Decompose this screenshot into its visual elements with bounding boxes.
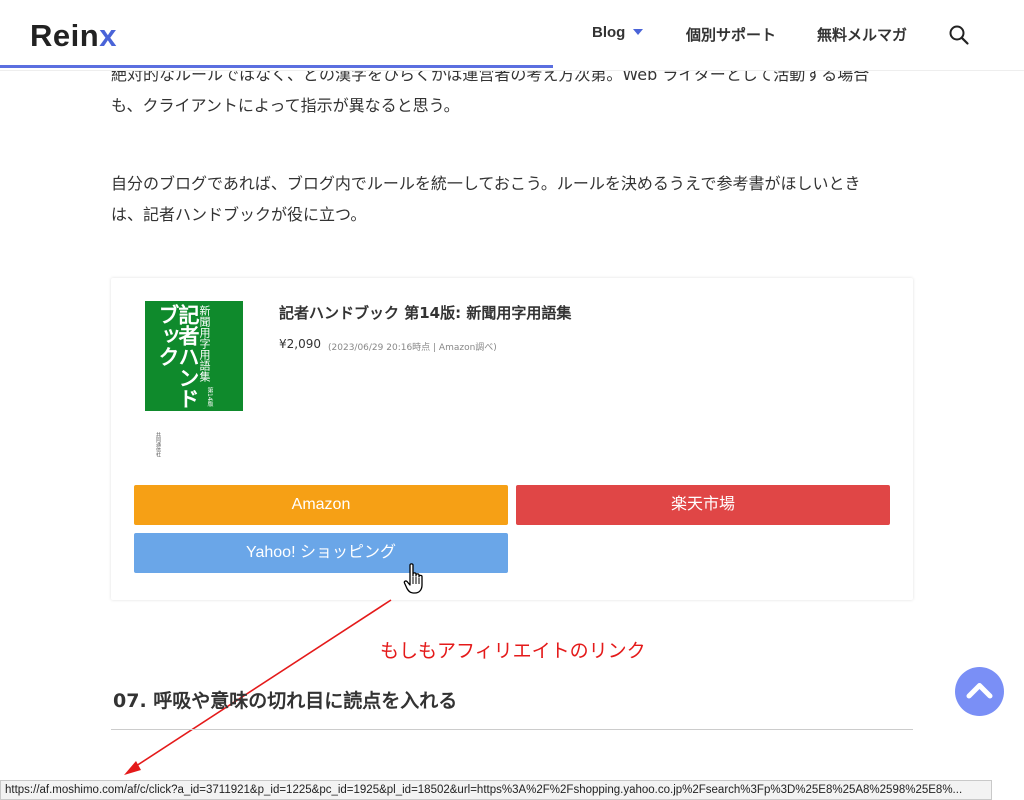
section-heading: 07. 呼吸や意味の切れ目に読点を入れる xyxy=(113,690,458,712)
book-cover-image[interactable]: 記者ハンドブック 新聞用字用語集 第14版 xyxy=(145,301,243,411)
cover-publisher: 共同通信社 xyxy=(155,432,161,457)
rakuten-button[interactable]: 楽天市場 xyxy=(516,485,890,525)
paragraph-2-line-1: 自分のブログであれば、ブログ内でルールを統一しておこう。ルールを決めるうえで参考… xyxy=(111,174,861,193)
cover-title: 記者ハンドブック xyxy=(156,304,200,409)
reading-progress-bar xyxy=(0,65,553,68)
annotation-label: もしもアフィリエイトのリンク xyxy=(380,640,646,662)
nav-item-newsletter-label: 無料メルマガ xyxy=(817,27,908,44)
amazon-button[interactable]: Amazon xyxy=(134,485,508,525)
site-logo[interactable]: Reinx xyxy=(30,18,117,54)
nav-item-support[interactable]: 個別サポート xyxy=(686,24,776,45)
cover-subtitle: 新聞用字用語集 xyxy=(198,305,211,382)
hand-pointer-cursor-icon xyxy=(403,563,423,594)
article-paragraph-2: 自分のブログであれば、ブログ内でルールを統一しておこう。ルールを決めるうえで参考… xyxy=(111,168,911,230)
link-url-status-bar: https://af.moshimo.com/af/c/click?a_id=3… xyxy=(0,780,992,800)
cover-edition: 第14版 xyxy=(206,387,213,407)
yahoo-shopping-button[interactable]: Yahoo! ショッピング xyxy=(134,533,508,573)
nav-item-blog-label: Blog xyxy=(592,24,626,41)
nav-item-blog[interactable]: Blog xyxy=(592,24,644,41)
paragraph-1-line-2: も、クライアントによって指示が異なると思う。 xyxy=(111,96,460,115)
product-title-link[interactable]: 記者ハンドブック 第14版: 新聞用字用語集 xyxy=(279,302,571,323)
back-to-top-button[interactable] xyxy=(955,667,1004,716)
nav-item-support-label: 個別サポート xyxy=(686,27,777,44)
chevron-down-icon xyxy=(633,29,644,35)
search-icon[interactable] xyxy=(948,24,970,46)
nav-item-newsletter[interactable]: 無料メルマガ xyxy=(817,24,907,45)
site-header: Reinx Blog 個別サポート 無料メルマガ xyxy=(0,0,1024,71)
product-price: ¥2,090 xyxy=(279,337,321,351)
paragraph-2-line-2: は、記者ハンドブックが役に立つ。 xyxy=(111,205,367,224)
chevron-up-icon xyxy=(966,683,993,699)
price-note: (2023/06/29 20:16時点 | Amazon調べ) xyxy=(328,343,497,353)
logo-text: Rein xyxy=(30,18,100,53)
logo-accent-text: x xyxy=(99,18,117,53)
heading-divider xyxy=(111,729,913,730)
